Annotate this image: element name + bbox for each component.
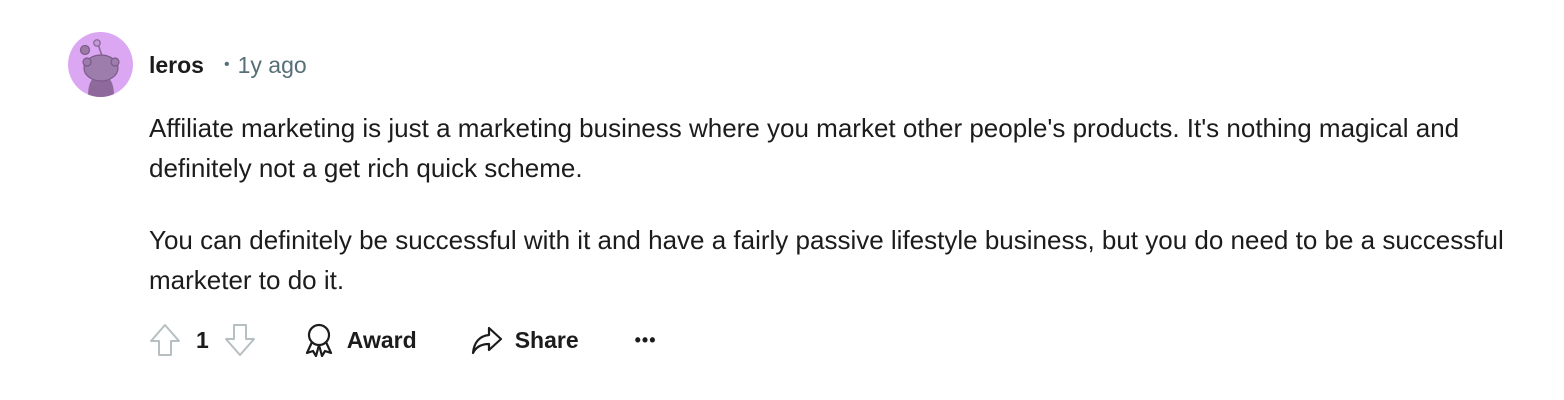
snoo-avatar-icon bbox=[79, 39, 120, 97]
share-label: Share bbox=[514, 326, 579, 353]
award-button[interactable]: Award bbox=[303, 318, 417, 362]
comment-body: Affiliate marketing is just a marketing … bbox=[149, 108, 1539, 332]
award-label: Award bbox=[346, 326, 417, 353]
comment-actions: 1 Award Share ••• bbox=[146, 318, 657, 362]
downvote-button[interactable] bbox=[221, 318, 259, 362]
comment-time[interactable]: 1y ago bbox=[238, 52, 307, 79]
meta-separator: • bbox=[223, 56, 230, 73]
upvote-arrow-icon bbox=[150, 324, 180, 356]
comment: leros • 1y ago Affiliate marketing is ju… bbox=[0, 0, 1564, 400]
vote-score: 1 bbox=[196, 326, 209, 353]
award-ribbon-icon bbox=[303, 323, 335, 357]
avatar[interactable] bbox=[68, 32, 133, 97]
author-name[interactable]: leros bbox=[149, 52, 204, 79]
ellipsis-icon: ••• bbox=[634, 329, 657, 350]
comment-paragraph: You can definitely be successful with it… bbox=[149, 225, 1504, 295]
upvote-button[interactable] bbox=[146, 318, 184, 362]
share-arrow-icon bbox=[471, 325, 503, 355]
more-options-button[interactable]: ••• bbox=[635, 318, 657, 362]
share-button[interactable]: Share bbox=[471, 318, 579, 362]
downvote-arrow-icon bbox=[224, 324, 255, 356]
comment-meta: leros • 1y ago bbox=[149, 50, 307, 80]
comment-paragraph: Affiliate marketing is just a marketing … bbox=[149, 113, 1460, 183]
